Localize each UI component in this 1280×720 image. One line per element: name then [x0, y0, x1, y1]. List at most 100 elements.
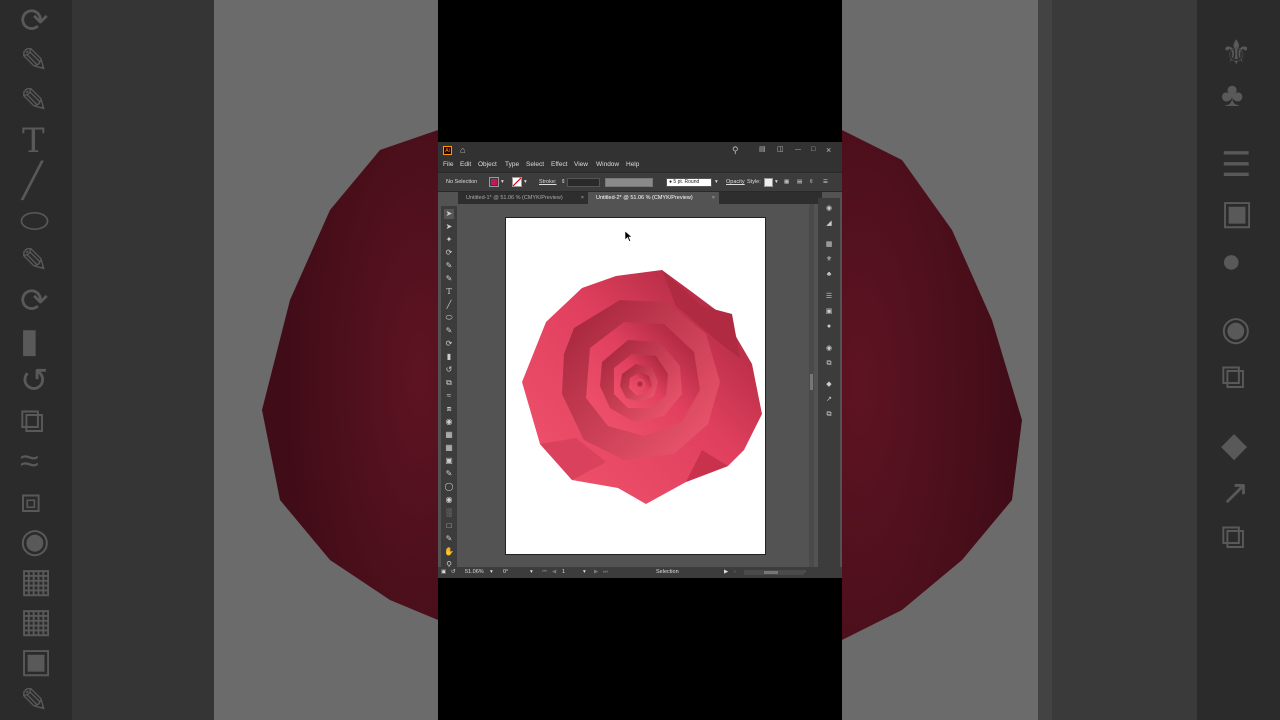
- brush-dropdown-icon[interactable]: ▾: [715, 179, 718, 185]
- warp-tool-icon[interactable]: ≈: [444, 391, 454, 401]
- lasso-tool-icon[interactable]: ⟳: [444, 248, 454, 258]
- artboard-tool-icon[interactable]: □: [444, 521, 454, 531]
- mesh-tool-icon[interactable]: ▦: [444, 443, 454, 453]
- menu-view[interactable]: View: [574, 161, 588, 168]
- menu-window[interactable]: Window: [596, 161, 619, 168]
- transform-icon[interactable]: ⇳: [809, 179, 814, 185]
- symbols-panel-icon[interactable]: ♣: [824, 270, 834, 280]
- maximize-button[interactable]: □: [811, 145, 815, 155]
- paintbrush-tool-icon[interactable]: ✎: [444, 326, 454, 336]
- scroll-left-icon[interactable]: ‹: [734, 567, 736, 578]
- curvature-tool-icon[interactable]: ✎: [444, 274, 454, 284]
- brushes-panel-icon[interactable]: ⚜: [824, 255, 834, 265]
- appearance-panel-icon[interactable]: ◉: [824, 344, 834, 354]
- previous-artboard-icon[interactable]: ◀: [552, 567, 556, 578]
- transparency-panel-icon[interactable]: ●: [824, 322, 834, 332]
- search-icon[interactable]: ⚲: [732, 145, 739, 155]
- menu-effect[interactable]: Effect: [551, 161, 568, 168]
- stroke-swatch[interactable]: [512, 177, 522, 187]
- color-guide-panel-icon[interactable]: ◢: [824, 219, 834, 229]
- opacity-label[interactable]: Opacity: [726, 179, 745, 185]
- control-bar-menu-icon[interactable]: ☰: [823, 179, 828, 185]
- ellipse-tool-icon[interactable]: ⬭: [444, 313, 454, 323]
- line-tool-icon[interactable]: ╱: [444, 300, 454, 310]
- variable-width-profile[interactable]: [605, 178, 653, 187]
- close-tab-icon[interactable]: ×: [712, 192, 715, 204]
- stroke-panel-icon[interactable]: ☰: [824, 292, 834, 302]
- direct-selection-tool-icon[interactable]: ➤: [444, 222, 454, 232]
- tab-untitled-1[interactable]: Untitled-1* @ 51.06 % (CMYK/Preview) ×: [458, 192, 588, 204]
- perspective-grid-tool-icon[interactable]: ▦: [444, 430, 454, 440]
- menu-edit[interactable]: Edit: [460, 161, 471, 168]
- recolor-artwork-icon[interactable]: ▦: [784, 179, 789, 185]
- next-artboard-icon[interactable]: ▶: [594, 567, 598, 578]
- type-tool-icon[interactable]: T: [444, 287, 454, 297]
- scale-tool-icon[interactable]: ⧉: [444, 378, 454, 388]
- graphic-styles-panel-icon[interactable]: ⧉: [824, 359, 834, 369]
- menu-help[interactable]: Help: [626, 161, 639, 168]
- layers-panel-icon[interactable]: ◆: [824, 380, 834, 390]
- shaper-tool-icon[interactable]: ⟳: [444, 339, 454, 349]
- symbol-sprayer-tool-icon[interactable]: ◉: [444, 495, 454, 505]
- horizontal-scrollbar-thumb[interactable]: [764, 571, 778, 574]
- fill-dropdown-icon[interactable]: ▾: [501, 179, 504, 185]
- horizontal-scrollbar[interactable]: [744, 570, 804, 575]
- gradient-tool-icon[interactable]: ▣: [444, 456, 454, 466]
- rose-artwork[interactable]: [506, 218, 765, 554]
- selection-tool-icon[interactable]: ➤: [444, 209, 454, 219]
- fill-swatch[interactable]: [489, 177, 499, 187]
- artboards-panel-icon[interactable]: ⧉: [824, 410, 834, 420]
- eyedropper-tool-icon[interactable]: ✎: [444, 469, 454, 479]
- stroke-label[interactable]: Stroke:: [539, 179, 556, 185]
- rotation-dropdown-icon[interactable]: ▾: [530, 567, 533, 578]
- stroke-weight-field[interactable]: [567, 178, 600, 187]
- menu-file[interactable]: File: [443, 161, 453, 168]
- rotate-tool-icon[interactable]: ↺: [444, 365, 454, 375]
- zoom-dropdown-icon[interactable]: ▾: [490, 567, 493, 578]
- menu-select[interactable]: Select: [526, 161, 544, 168]
- home-icon[interactable]: ⌂: [460, 145, 465, 155]
- canvas-area[interactable]: [458, 204, 814, 567]
- free-transform-tool-icon[interactable]: ⧈: [444, 404, 454, 414]
- brush-definition-field[interactable]: ● 5 pt. Round: [666, 178, 712, 187]
- graphic-style-swatch[interactable]: [764, 178, 773, 187]
- eraser-tool-icon[interactable]: ▮: [444, 352, 454, 362]
- artboard-dropdown-icon[interactable]: ▾: [583, 567, 586, 578]
- asset-export-panel-icon[interactable]: ↗: [824, 395, 834, 405]
- draw-mode-icon[interactable]: ↺: [451, 567, 456, 578]
- align-icon[interactable]: ▤: [797, 179, 802, 185]
- artboard-number[interactable]: 1: [562, 567, 565, 578]
- artboard[interactable]: [505, 217, 766, 555]
- menu-type[interactable]: Type: [505, 161, 519, 168]
- scroll-right-icon[interactable]: ›: [804, 567, 806, 578]
- column-graph-tool-icon[interactable]: ░: [444, 508, 454, 518]
- stroke-weight-stepper[interactable]: ⇕: [561, 179, 566, 185]
- gradient-panel-icon[interactable]: ▣: [824, 307, 834, 317]
- style-dropdown-icon[interactable]: ▾: [775, 179, 778, 185]
- screen-mode-icon[interactable]: ▣: [441, 567, 446, 578]
- workspace-switcher-icon[interactable]: ◫: [777, 145, 784, 155]
- blend-tool-icon[interactable]: ◯: [444, 482, 454, 492]
- status-menu-arrow-icon[interactable]: ▶: [724, 567, 728, 578]
- hand-tool-icon[interactable]: ✋: [444, 547, 454, 557]
- scrollbar-thumb[interactable]: [810, 374, 813, 390]
- rotation-value[interactable]: 0°: [503, 567, 508, 578]
- tab-untitled-2[interactable]: Untitled-2* @ 51.06 % (CMYK/Preview) ×: [588, 192, 719, 204]
- shape-builder-tool-icon[interactable]: ◉: [444, 417, 454, 427]
- color-panel-icon[interactable]: ◉: [824, 204, 834, 214]
- last-artboard-icon[interactable]: ⏭: [603, 567, 608, 578]
- close-button[interactable]: ×: [826, 145, 831, 155]
- zoom-level[interactable]: 51.06%: [465, 567, 484, 578]
- arrange-documents-icon[interactable]: ▤: [759, 145, 766, 155]
- stroke-dropdown-icon[interactable]: ▾: [524, 179, 527, 185]
- swatches-panel-icon[interactable]: ▦: [824, 240, 834, 250]
- close-tab-icon[interactable]: ×: [581, 192, 584, 204]
- vertical-scrollbar[interactable]: [809, 204, 814, 567]
- first-artboard-icon[interactable]: ⏮: [542, 567, 547, 578]
- slice-tool-icon[interactable]: ✎: [444, 534, 454, 544]
- menu-object[interactable]: Object: [478, 161, 497, 168]
- pen-tool-icon[interactable]: ✎: [444, 261, 454, 271]
- current-tool-label[interactable]: Selection: [656, 567, 679, 578]
- minimize-button[interactable]: —: [795, 145, 801, 155]
- magic-wand-tool-icon[interactable]: ✦: [444, 235, 454, 245]
